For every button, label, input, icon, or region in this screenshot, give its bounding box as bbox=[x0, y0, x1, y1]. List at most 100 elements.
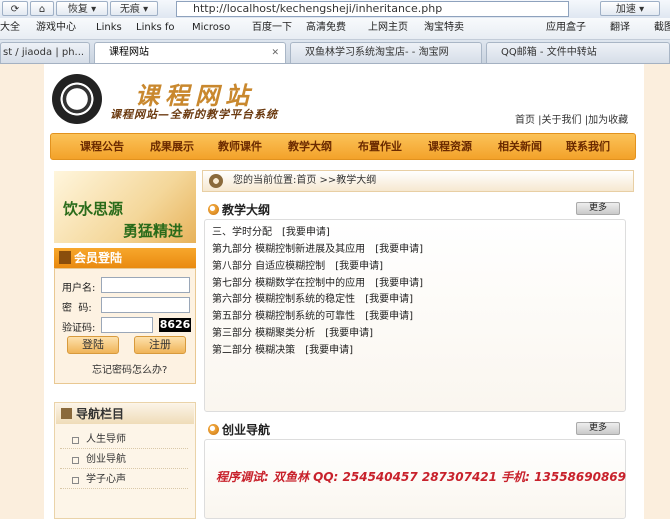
apply-link[interactable]: [我要申请] bbox=[305, 345, 353, 356]
captcha-label: 验证码: bbox=[62, 323, 96, 334]
menu-item-contact[interactable]: 联系我们 bbox=[566, 133, 610, 160]
bookmark-item[interactable]: 百度一下 bbox=[252, 20, 292, 36]
register-button[interactable]: 注册 bbox=[134, 336, 186, 354]
username-input[interactable] bbox=[101, 277, 190, 293]
nav-item-label: 创业导航 bbox=[86, 454, 126, 465]
bookmark-item[interactable]: Links bbox=[96, 20, 122, 36]
apply-link[interactable]: [我要申请] bbox=[365, 294, 413, 305]
tab-course-site[interactable]: 课程网站 ✕ bbox=[94, 42, 286, 63]
menu-item-achievements[interactable]: 成果展示 bbox=[150, 133, 194, 160]
syllabus-header: 教学大纲 更多 bbox=[202, 199, 634, 219]
syllabus-item[interactable]: 第三部分 模糊聚类分析 bbox=[212, 328, 315, 339]
syllabus-row[interactable]: 第九部分 模糊控制新进展及其应用 [我要申请] bbox=[212, 243, 423, 257]
syllabus-item[interactable]: 第六部分 模糊控制系统的稳定性 bbox=[212, 294, 355, 305]
bookmark-item[interactable]: Links fo bbox=[136, 20, 175, 36]
apply-link[interactable]: [我要申请] bbox=[282, 227, 330, 238]
bookmark-item[interactable]: 翻译 bbox=[610, 20, 630, 36]
nav-heading-text: 导航栏目 bbox=[76, 407, 125, 421]
bullet-icon bbox=[72, 457, 79, 464]
tab-title: 双鱼林学习系统淘宝店- - 淘宝网 bbox=[305, 47, 449, 58]
apply-link[interactable]: [我要申请] bbox=[335, 261, 383, 272]
bookmark-item[interactable]: 游戏中心 bbox=[36, 20, 76, 36]
menu-item-announcements[interactable]: 课程公告 bbox=[80, 133, 124, 160]
tab-title: st / jiaoda | ph... bbox=[3, 47, 85, 58]
syllabus-title: 教学大纲 bbox=[222, 203, 271, 217]
site-slogan: 课程网站—全新的教学平台系统 bbox=[110, 108, 278, 121]
startup-more-button[interactable]: 更多 bbox=[576, 422, 620, 435]
bookmark-item[interactable]: 应用盒子 bbox=[546, 20, 586, 36]
bookmark-item[interactable]: 截图 bbox=[654, 20, 670, 36]
speedup-button[interactable]: 加速 ▾ bbox=[600, 1, 660, 16]
apply-link[interactable]: [我要申请] bbox=[365, 311, 413, 322]
menu-item-resources[interactable]: 课程资源 bbox=[428, 133, 472, 160]
refresh-button[interactable]: ⟳ bbox=[2, 1, 28, 16]
nav-item-mentor[interactable]: 人生导师 bbox=[60, 431, 188, 449]
syllabus-row[interactable]: 第六部分 模糊控制系统的稳定性 [我要申请] bbox=[212, 293, 413, 307]
forgot-password-link[interactable]: 忘记密码怎么办? bbox=[92, 361, 167, 376]
nav-heading: 导航栏目 bbox=[56, 404, 194, 424]
captcha-image[interactable]: 8626 bbox=[159, 318, 191, 332]
university-logo bbox=[52, 74, 102, 124]
bookmark-item[interactable]: 淘宝特卖 bbox=[424, 20, 464, 36]
close-icon[interactable]: ✕ bbox=[271, 43, 279, 63]
restore-button[interactable]: 恢复 ▾ bbox=[56, 1, 108, 16]
bookmark-item[interactable]: 上网主页 bbox=[368, 20, 408, 36]
password-label: 密 码: bbox=[62, 303, 92, 314]
tab-title: 课程网站 bbox=[109, 47, 149, 58]
bullet-icon bbox=[72, 437, 79, 444]
login-heading-text: 会员登陆 bbox=[74, 251, 123, 265]
syllabus-row[interactable]: 第八部分 自适应模糊控制 [我要申请] bbox=[212, 260, 383, 274]
speedup-label: 加速 bbox=[615, 4, 636, 15]
home-button[interactable]: ⌂ bbox=[30, 1, 54, 16]
nav-item-label: 学子心声 bbox=[86, 474, 126, 485]
url-field[interactable]: http://localhost/kechengsheji/inheritanc… bbox=[176, 1, 569, 17]
syllabus-row[interactable]: 三、学时分配 [我要申请] bbox=[212, 226, 330, 240]
login-button[interactable]: 登陆 bbox=[67, 336, 119, 354]
banner-line1: 饮水思源 bbox=[63, 200, 124, 218]
bookmark-item[interactable]: Microso bbox=[192, 20, 230, 36]
contact-info: 程序调试: 双鱼林 QQ: 254540457 287307421 手机: 13… bbox=[216, 470, 627, 484]
incognito-button[interactable]: 无痕 ▾ bbox=[110, 1, 158, 16]
apply-link[interactable]: [我要申请] bbox=[375, 244, 423, 255]
menu-item-homework[interactable]: 布置作业 bbox=[358, 133, 402, 160]
captcha-input[interactable] bbox=[101, 317, 153, 333]
bullet-icon bbox=[72, 477, 79, 484]
member-icon bbox=[59, 251, 71, 264]
tab-jiaoda[interactable]: st / jiaoda | ph... bbox=[0, 42, 90, 63]
password-input[interactable] bbox=[101, 297, 190, 313]
startup-title: 创业导航 bbox=[222, 423, 271, 437]
nav-item-label: 人生导师 bbox=[86, 434, 126, 445]
incognito-label: 无痕 bbox=[119, 4, 140, 15]
username-label: 用户名: bbox=[62, 283, 96, 294]
syllabus-row[interactable]: 第二部分 模糊决策 [我要申请] bbox=[212, 344, 353, 358]
nav-icon bbox=[61, 408, 72, 419]
syllabus-item[interactable]: 第二部分 模糊决策 bbox=[212, 345, 295, 356]
main-menu bbox=[50, 133, 636, 160]
menu-item-courseware[interactable]: 教师课件 bbox=[218, 133, 262, 160]
nav-item-startup[interactable]: 创业导航 bbox=[60, 451, 188, 469]
bullet-orb-icon bbox=[208, 424, 219, 435]
top-links[interactable]: 首页 |关于我们 |加为收藏 bbox=[515, 111, 628, 126]
restore-label: 恢复 bbox=[67, 4, 88, 15]
tab-taobao[interactable]: 双鱼林学习系统淘宝店- - 淘宝网 bbox=[290, 42, 482, 63]
bullet-orb-icon bbox=[208, 204, 219, 215]
syllabus-row[interactable]: 第五部分 模糊控制系统的可靠性 [我要申请] bbox=[212, 310, 413, 324]
syllabus-row[interactable]: 第三部分 模糊聚类分析 [我要申请] bbox=[212, 327, 373, 341]
apply-link[interactable]: [我要申请] bbox=[375, 278, 423, 289]
syllabus-item[interactable]: 第五部分 模糊控制系统的可靠性 bbox=[212, 311, 355, 322]
syllabus-item[interactable]: 第八部分 自适应模糊控制 bbox=[212, 261, 325, 272]
menu-item-news[interactable]: 相关新闻 bbox=[498, 133, 542, 160]
syllabus-more-button[interactable]: 更多 bbox=[576, 202, 620, 215]
bookmark-item[interactable]: 高清免费 bbox=[306, 20, 346, 36]
syllabus-item[interactable]: 三、学时分配 bbox=[212, 227, 272, 238]
tab-qqmail[interactable]: QQ邮箱 - 文件中转站 bbox=[486, 42, 670, 63]
syllabus-item[interactable]: 第九部分 模糊控制新进展及其应用 bbox=[212, 244, 365, 255]
nav-item-voices[interactable]: 学子心声 bbox=[60, 471, 188, 489]
gear-icon bbox=[209, 174, 223, 188]
syllabus-item[interactable]: 第七部分 模糊数学在控制中的应用 bbox=[212, 278, 365, 289]
menu-item-syllabus[interactable]: 教学大纲 bbox=[288, 133, 332, 160]
breadcrumb: 您的当前位置:首页 >>教学大纲 bbox=[202, 170, 634, 192]
apply-link[interactable]: [我要申请] bbox=[325, 328, 373, 339]
bookmark-item[interactable]: 大全 bbox=[0, 20, 20, 36]
syllabus-row[interactable]: 第七部分 模糊数学在控制中的应用 [我要申请] bbox=[212, 277, 423, 291]
